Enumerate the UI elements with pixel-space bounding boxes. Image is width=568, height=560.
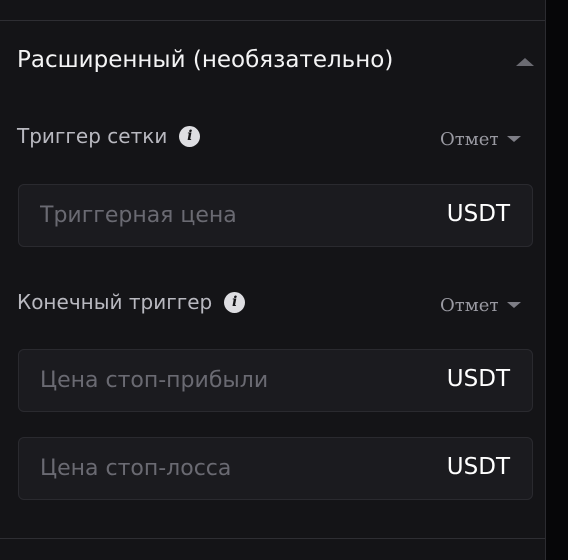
chevron-down-icon — [507, 302, 521, 308]
take-profit-price-input[interactable] — [40, 350, 420, 411]
info-icon[interactable]: i — [179, 125, 201, 147]
end-trigger-label: Конечный триггер — [17, 290, 213, 314]
end-trigger-price-type-select[interactable]: Отметка — [440, 292, 524, 318]
stop-loss-price-field[interactable]: USDT — [18, 437, 533, 500]
trigger-price-field[interactable]: USDT — [18, 184, 533, 247]
chevron-down-icon — [507, 136, 521, 142]
section-title[interactable]: Расширенный (необязательно) — [17, 47, 393, 73]
grid-trigger-label: Триггер сетки — [17, 124, 168, 148]
top-divider — [0, 20, 545, 21]
grid-trigger-select-value: Отметка — [440, 128, 498, 150]
bottom-divider — [0, 538, 545, 539]
end-trigger-label-row: Конечный триггер i — [17, 290, 246, 314]
trigger-price-unit: USDT — [446, 201, 510, 227]
chevron-up-icon — [516, 58, 534, 66]
trigger-price-input[interactable] — [40, 185, 420, 246]
info-icon[interactable]: i — [224, 291, 246, 313]
advanced-settings-panel: Расширенный (необязательно) Триггер сетк… — [0, 0, 546, 560]
stop-loss-price-input[interactable] — [40, 438, 420, 499]
stop-loss-price-unit: USDT — [446, 454, 510, 480]
take-profit-price-field[interactable]: USDT — [18, 349, 533, 412]
grid-trigger-price-type-select[interactable]: Отметка — [440, 126, 524, 152]
grid-trigger-label-row: Триггер сетки i — [17, 124, 201, 148]
take-profit-price-unit: USDT — [446, 366, 510, 392]
collapse-button[interactable] — [510, 52, 540, 74]
end-trigger-select-value: Отметка — [440, 294, 498, 316]
